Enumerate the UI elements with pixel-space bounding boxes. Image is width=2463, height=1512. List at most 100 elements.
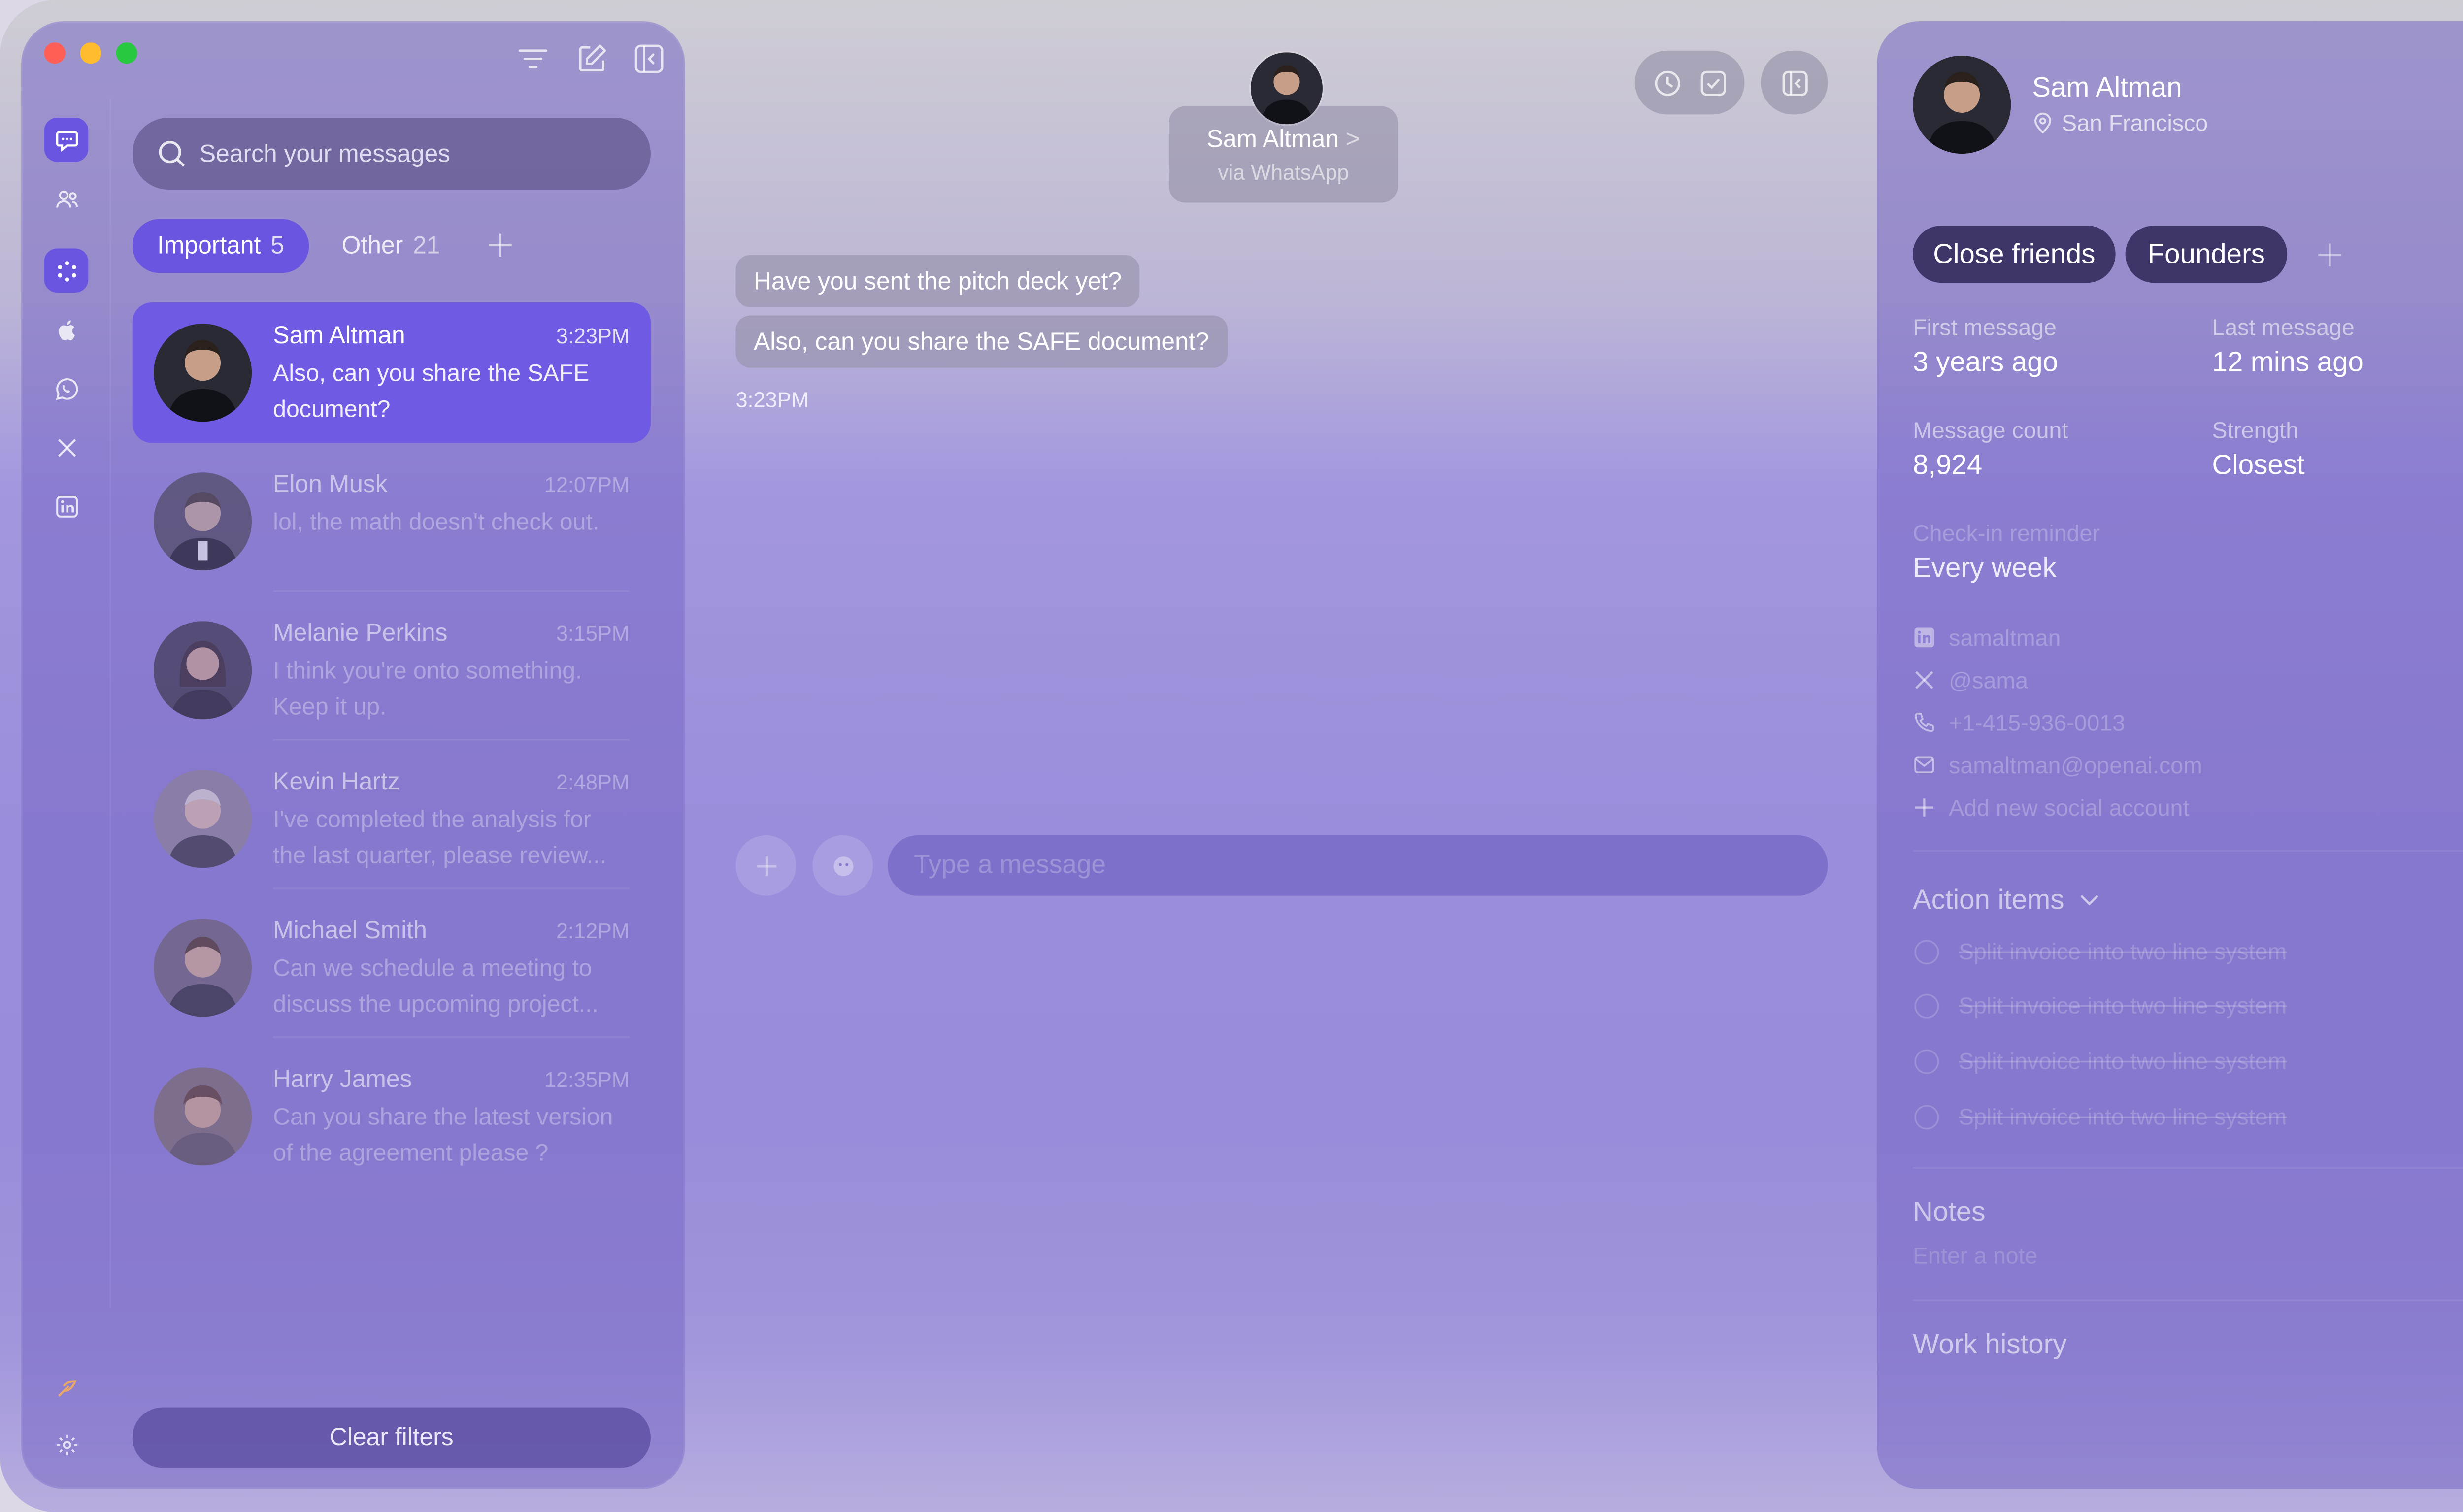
strength-value: Closest: [2212, 449, 2305, 481]
close-window-button[interactable]: [44, 42, 66, 64]
loader-icon: [57, 260, 76, 281]
add-social-label: Add new social account: [1949, 794, 2190, 821]
checkbox-circle-icon[interactable]: [1914, 939, 1939, 964]
compose-icon[interactable]: [575, 42, 608, 75]
maximize-window-button[interactable]: [116, 42, 137, 64]
action-items-header[interactable]: Action items: [1913, 885, 2101, 917]
rail-apple-button[interactable]: [44, 307, 89, 352]
filter-icon[interactable]: [517, 44, 549, 74]
email-address: samaltman@openai.com: [1949, 752, 2202, 778]
message-input[interactable]: Type a message: [914, 851, 1106, 880]
profile-location-row: San Francisco: [2032, 109, 2208, 135]
checkbox-circle-icon[interactable]: [1914, 1049, 1939, 1073]
x-icon: [57, 438, 75, 456]
action-item[interactable]: Split invoice into two line system: [1914, 1100, 2463, 1133]
conversation-preview: lol, the math doesn't check out.: [273, 510, 599, 536]
rail-feather-button[interactable]: [44, 1365, 89, 1409]
tab-other-label: Other: [341, 232, 403, 260]
linkedin-handle: samaltman: [1949, 624, 2061, 651]
conversation-item[interactable]: Elon Musk 12:07PM lol, the math doesn't …: [133, 451, 651, 592]
add-filter-icon[interactable]: [487, 232, 513, 258]
notes-input[interactable]: Enter a note: [1913, 1242, 2037, 1268]
settings-icon: [56, 1434, 76, 1454]
message-bubble[interactable]: Have you sent the pitch deck yet?: [735, 255, 1140, 307]
add-tag-icon[interactable]: [2317, 242, 2343, 268]
mail-icon: [1914, 756, 1934, 774]
rail-chat-button[interactable]: [44, 117, 89, 162]
section-divider: [1913, 850, 2463, 852]
list-divider: [273, 887, 630, 889]
collapse-sidebar-icon[interactable]: [632, 42, 665, 75]
tab-other[interactable]: Other 21: [319, 219, 440, 273]
chevron-right-icon: >: [1345, 126, 1361, 154]
emoji-button[interactable]: [812, 835, 873, 896]
clock-icon[interactable]: [1652, 68, 1682, 98]
last-message-label: Last message: [2212, 314, 2355, 340]
rail-contacts-button[interactable]: [44, 176, 89, 221]
conversation-preview: I think you're onto something. Keep it u…: [273, 658, 582, 721]
list-divider: [273, 1036, 630, 1038]
search-input[interactable]: Search your messages: [200, 140, 450, 167]
search-bar[interactable]: Search your messages: [132, 117, 651, 190]
phone-icon: [1915, 712, 1934, 732]
action-item[interactable]: Split invoice into two line system: [1914, 989, 2463, 1021]
message-composer[interactable]: Type a message: [888, 835, 1828, 896]
checkin-label: Check-in reminder: [1913, 520, 2100, 546]
social-x[interactable]: @sama: [1913, 667, 2028, 693]
feather-icon: [57, 1379, 76, 1396]
conversation-item[interactable]: Melanie Perkins 3:15PM I think you're on…: [133, 600, 651, 740]
message-bubble[interactable]: Also, can you share the SAFE document?: [735, 315, 1227, 368]
section-divider: [1913, 1299, 2463, 1301]
action-item-text: Split invoice into two line system: [1959, 938, 2287, 965]
app-window: Search your messages Important 5 Other 2…: [0, 0, 2463, 1512]
tag-founders[interactable]: Founders: [2125, 226, 2288, 283]
chat-actions-group: [1634, 50, 1745, 115]
rail-loader-button[interactable]: [44, 248, 89, 293]
add-attachment-button[interactable]: [735, 835, 797, 896]
location-pin-icon: [2032, 111, 2053, 134]
plus-icon: [1915, 798, 1933, 817]
rail-settings-button[interactable]: [44, 1422, 89, 1466]
rail-linkedin-button[interactable]: [44, 484, 89, 528]
conversation-time: 3:23PM: [556, 324, 630, 348]
tab-important[interactable]: Important 5: [132, 219, 309, 273]
work-history-title[interactable]: Work history: [1913, 1329, 2066, 1361]
checkin-select[interactable]: Every week: [1913, 553, 2057, 585]
conversation-name: Melanie Perkins: [273, 619, 448, 648]
avatar: [153, 472, 252, 571]
rail-x-button[interactable]: [44, 425, 89, 469]
contacts-icon: [55, 190, 77, 207]
checkbox-circle-icon[interactable]: [1914, 993, 1939, 1018]
plus-icon: [756, 855, 776, 876]
conversation-time: 2:48PM: [556, 770, 630, 794]
conversation-item[interactable]: Kevin Hartz 2:48PM I've completed the an…: [133, 749, 651, 889]
avatar: [153, 621, 252, 720]
social-linkedin[interactable]: samaltman: [1913, 625, 2061, 651]
chat-header-avatar[interactable]: [1249, 50, 1325, 126]
rail-whatsapp-button[interactable]: [44, 366, 89, 410]
chat-channel: via WhatsApp: [1218, 160, 1349, 185]
conversation-preview: Also, can you share the SAFE document?: [273, 361, 590, 424]
phone-number: +1-415-936-0013: [1949, 709, 2125, 736]
checkbox-icon[interactable]: [1698, 68, 1728, 98]
social-phone[interactable]: +1-415-936-0013: [1913, 709, 2125, 736]
add-social-account-button[interactable]: Add new social account: [1913, 794, 2189, 821]
conversation-item[interactable]: Harry James 12:35PM Can you share the la…: [133, 1046, 651, 1186]
first-message-value: 3 years ago: [1913, 346, 2058, 378]
notes-title: Notes: [1913, 1196, 1986, 1228]
conversation-item[interactable]: Sam Altman 3:23PM Also, can you share th…: [132, 302, 651, 443]
toggle-profile-button[interactable]: [1761, 50, 1828, 115]
minimize-window-button[interactable]: [80, 42, 101, 64]
action-item-text: Split invoice into two line system: [1959, 1048, 2287, 1074]
social-email[interactable]: samaltman@openai.com: [1913, 752, 2202, 778]
clear-filters-button[interactable]: Clear filters: [132, 1407, 651, 1468]
action-item-text: Split invoice into two line system: [1959, 992, 2287, 1019]
conversation-item[interactable]: Michael Smith 2:12PM Can we schedule a m…: [133, 897, 651, 1038]
action-item[interactable]: Split invoice into two line system: [1914, 935, 2463, 967]
last-message-value: 12 mins ago: [2212, 346, 2363, 378]
chat-header-name-row[interactable]: Sam Altman >: [1169, 126, 1398, 154]
profile-location: San Francisco: [2062, 109, 2208, 136]
action-item[interactable]: Split invoice into two line system: [1914, 1045, 2463, 1077]
tag-close-friends[interactable]: Close friends: [1913, 226, 2116, 283]
checkbox-circle-icon[interactable]: [1914, 1104, 1939, 1129]
